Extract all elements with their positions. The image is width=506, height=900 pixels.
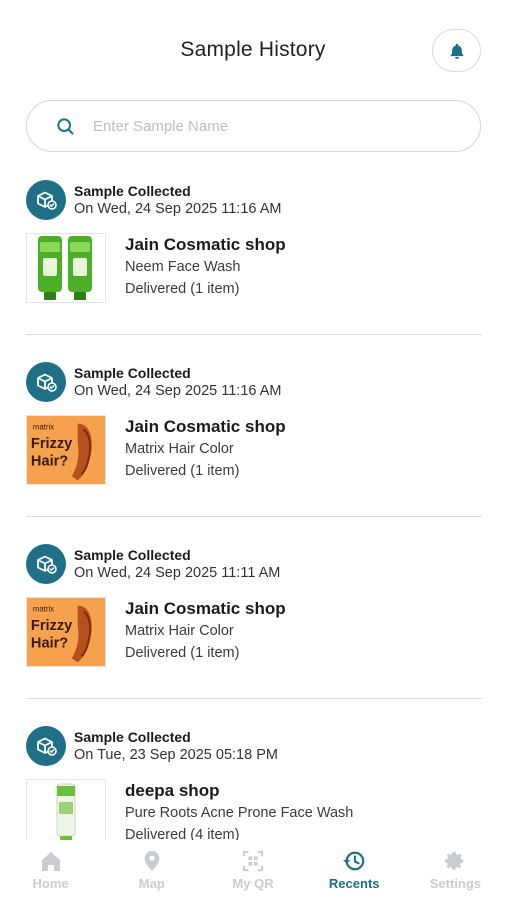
divider bbox=[26, 516, 482, 517]
search-input[interactable] bbox=[93, 117, 433, 135]
list-item[interactable]: Sample Collected On Wed, 24 Sep 2025 11:… bbox=[0, 532, 506, 714]
tab-label: Map bbox=[138, 876, 165, 891]
entry-body: matrix Frizzy Hair? Jain Cosmatic shop M… bbox=[26, 415, 286, 485]
divider bbox=[26, 334, 482, 335]
tab-home[interactable]: Home bbox=[0, 840, 101, 900]
matrix-art-text: Frizzy bbox=[31, 618, 73, 634]
home-icon bbox=[41, 852, 60, 871]
list-item[interactable]: Sample Collected On Wed, 24 Sep 2025 11:… bbox=[0, 350, 506, 532]
bell-icon bbox=[450, 43, 463, 59]
delivery-status: Delivered (1 item) bbox=[125, 463, 240, 479]
tab-my-qr[interactable]: My QR bbox=[202, 840, 303, 900]
shop-name: Jain Cosmatic shop bbox=[125, 235, 286, 254]
bottom-tab-bar: Home Map My QR Recents Settings bbox=[0, 840, 506, 900]
tab-label: Home bbox=[32, 876, 69, 891]
product-name: Matrix Hair Color bbox=[125, 623, 234, 639]
shop-name: Jain Cosmatic shop bbox=[125, 599, 286, 618]
status-label: Sample Collected bbox=[74, 547, 191, 563]
package-check-icon bbox=[26, 726, 66, 766]
delivery-status: Delivered (1 item) bbox=[125, 281, 240, 297]
entry-body: matrix Frizzy Hair? Jain Cosmatic shop M… bbox=[26, 597, 286, 667]
tab-map[interactable]: Map bbox=[101, 840, 202, 900]
face-wash-tube-image bbox=[26, 779, 106, 840]
entry-header: Sample Collected On Tue, 23 Sep 2025 05:… bbox=[26, 726, 278, 766]
gear-icon bbox=[445, 851, 464, 870]
status-date: On Wed, 24 Sep 2025 11:16 AM bbox=[74, 201, 282, 217]
status-label: Sample Collected bbox=[74, 365, 191, 381]
matrix-art-text: Hair? bbox=[31, 454, 68, 470]
product-name: Pure Roots Acne Prone Face Wash bbox=[125, 805, 354, 821]
qr-scan-icon bbox=[242, 850, 264, 872]
product-name: Matrix Hair Color bbox=[125, 441, 234, 457]
entry-header: Sample Collected On Wed, 24 Sep 2025 11:… bbox=[26, 362, 281, 402]
tab-label: Settings bbox=[429, 876, 482, 891]
entry-body: deepa shop Pure Roots Acne Prone Face Wa… bbox=[26, 779, 353, 840]
matrix-hair-color-image: matrix Frizzy Hair? bbox=[26, 597, 106, 667]
tab-label: My QR bbox=[232, 876, 274, 891]
entry-header: Sample Collected On Wed, 24 Sep 2025 11:… bbox=[26, 544, 280, 584]
map-pin-icon bbox=[144, 850, 160, 872]
list-item[interactable]: Sample Collected On Tue, 23 Sep 2025 05:… bbox=[0, 714, 506, 840]
matrix-art-text: matrix bbox=[33, 605, 54, 614]
divider bbox=[26, 698, 482, 699]
entry-header: Sample Collected On Wed, 24 Sep 2025 11:… bbox=[26, 180, 281, 220]
notifications-button[interactable] bbox=[432, 29, 481, 72]
shop-name: Jain Cosmatic shop bbox=[125, 417, 286, 436]
search-bar[interactable] bbox=[26, 100, 481, 152]
status-date: On Wed, 24 Sep 2025 11:11 AM bbox=[74, 565, 281, 581]
status-label: Sample Collected bbox=[74, 183, 191, 199]
matrix-hair-color-image: matrix Frizzy Hair? bbox=[26, 415, 106, 485]
matrix-art-text: Hair? bbox=[31, 636, 68, 652]
list-item[interactable]: Sample Collected On Wed, 24 Sep 2025 11:… bbox=[0, 168, 506, 350]
status-date: On Wed, 24 Sep 2025 11:16 AM bbox=[74, 383, 282, 399]
page-title: Sample History bbox=[180, 38, 326, 61]
entry-body: Jain Cosmatic shop Neem Face Wash Delive… bbox=[26, 233, 286, 303]
status-date: On Tue, 23 Sep 2025 05:18 PM bbox=[74, 747, 278, 763]
package-check-icon bbox=[26, 544, 66, 584]
matrix-art-text: matrix bbox=[33, 423, 54, 432]
tab-recents[interactable]: Recents bbox=[304, 840, 405, 900]
delivery-status: Delivered (1 item) bbox=[125, 645, 240, 661]
product-name: Neem Face Wash bbox=[125, 259, 241, 275]
delivery-status: Delivered (4 item) bbox=[125, 827, 240, 840]
sample-history-list: Sample Collected On Wed, 24 Sep 2025 11:… bbox=[0, 168, 506, 840]
header: Sample History bbox=[0, 0, 506, 100]
matrix-art-text: Frizzy bbox=[31, 436, 73, 452]
neem-face-wash-image bbox=[26, 233, 106, 303]
search-icon bbox=[57, 118, 74, 135]
tab-label: Recents bbox=[328, 876, 380, 891]
shop-name: deepa shop bbox=[125, 781, 220, 800]
package-check-icon bbox=[26, 180, 66, 220]
status-label: Sample Collected bbox=[74, 729, 191, 745]
tab-settings[interactable]: Settings bbox=[405, 840, 506, 900]
history-icon bbox=[343, 851, 365, 871]
package-check-icon bbox=[26, 362, 66, 402]
